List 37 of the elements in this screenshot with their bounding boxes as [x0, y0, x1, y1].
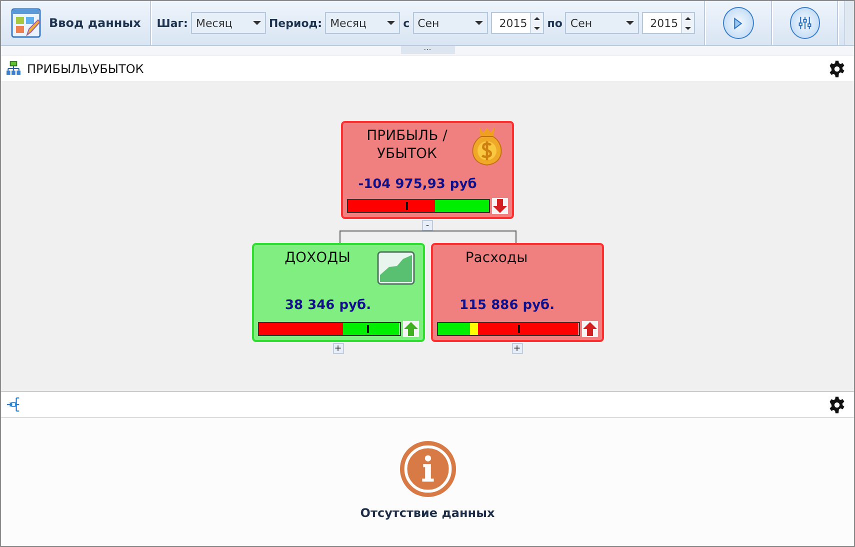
empty-message: Отсутствие данных — [360, 506, 495, 520]
to-year-spinner[interactable]: 2015 — [642, 12, 696, 34]
kpi-card[interactable]: ДОХОДЫ 38 346 руб. — [252, 243, 424, 342]
to-label: по — [547, 16, 562, 30]
kpi-value: -104 975,93 руб — [357, 177, 478, 192]
step-dropdown[interactable]: Месяц — [190, 12, 266, 34]
kpi-card[interactable]: ПРИБЫЛЬ / УБЫТОК -104 975,93 руб — [341, 121, 514, 219]
data-entry-button[interactable]: Ввод данных — [7, 3, 145, 43]
form-pencil-icon — [11, 8, 41, 38]
area-chart-icon — [376, 251, 414, 285]
hierarchy-icon — [6, 61, 21, 76]
from-year-spinner[interactable]: 2015 — [490, 12, 544, 34]
settings-icon[interactable] — [828, 60, 846, 78]
expand-toggle[interactable]: - — [422, 220, 433, 231]
kpi-title: Расходы — [464, 249, 529, 267]
play-icon — [733, 16, 744, 30]
expand-toggle[interactable]: + — [332, 343, 344, 354]
sliders-icon — [798, 16, 812, 30]
expand-toggle[interactable]: + — [512, 343, 522, 354]
kpi-title: ДОХОДЫ — [284, 249, 352, 267]
kpi-value: 38 346 руб. — [284, 298, 372, 313]
from-month-dropdown[interactable]: Сен — [412, 12, 488, 34]
drill-down-icon — [6, 397, 21, 412]
step-label: Шаг: — [156, 16, 188, 30]
kpi-card[interactable]: Расходы 115 886 руб. — [430, 243, 604, 342]
period-label: Период: — [268, 16, 322, 30]
settings-icon[interactable] — [828, 396, 846, 414]
settings-button[interactable] — [790, 7, 820, 39]
splitter-handle[interactable]: ... — [400, 46, 454, 54]
play-button[interactable] — [723, 7, 754, 39]
from-label: с — [403, 16, 410, 30]
kpi-value: 115 886 руб. — [458, 298, 556, 313]
info-icon — [398, 440, 456, 498]
to-month-dropdown[interactable]: Сен — [565, 12, 639, 34]
period-dropdown[interactable]: Месяц — [325, 12, 400, 34]
kpi-title: ПРИБЫЛЬ / УБЫТОК — [366, 127, 448, 163]
panel-title: ПРИБЫЛЬ\УБЫТОК — [27, 62, 145, 76]
